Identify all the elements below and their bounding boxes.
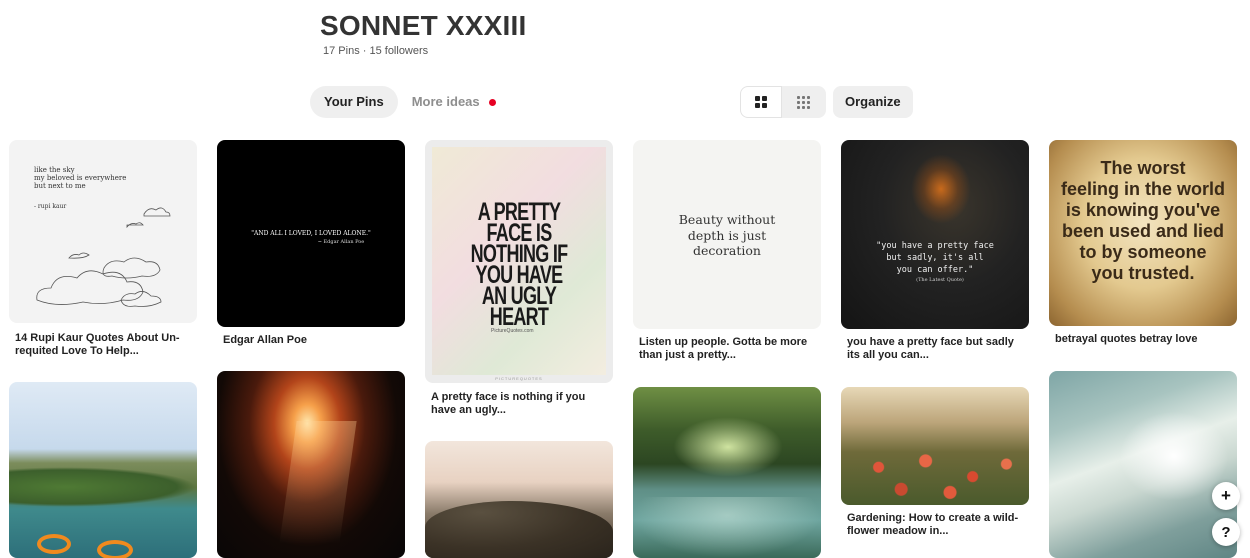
quote-line: decoration (693, 243, 761, 258)
quote-line: but sadly, it's all (886, 253, 984, 263)
tab-more-ideas-label: More ideas (411, 94, 480, 109)
pin-caption: Edgar Allan Poe (223, 334, 307, 346)
notification-dot-icon (488, 98, 496, 106)
board-title: SONNET XXXIII (320, 10, 527, 41)
quote-watermark: PictureQuotes.com (491, 328, 534, 334)
pin-image (9, 382, 197, 558)
image-footer: PICTUREQUOTES (495, 376, 543, 381)
pin-image (217, 371, 405, 558)
pin-caption: A pretty face is nothing if you have an … (431, 391, 586, 416)
small-grid-icon (796, 95, 810, 109)
help-button[interactable]: ? (1212, 518, 1240, 546)
quote-author: ~ Edgar Allan Poe (317, 239, 365, 245)
tab-more-ideas[interactable]: More ideas (398, 86, 510, 118)
clouds-sketch-icon (36, 207, 171, 307)
board-meta: 17 Pins · 15 followers (323, 45, 429, 57)
default-grid-view-button[interactable] (740, 86, 782, 118)
pin-caption: you have a pretty face but sadly its all… (847, 336, 1014, 361)
quote-line: you trusted. (1091, 263, 1195, 283)
large-grid-icon (755, 96, 767, 108)
quote-line: "you have a pretty face (876, 241, 994, 251)
pin-image: "you have a pretty face but sadly, it's … (841, 140, 1029, 329)
pin-image: like the sky my beloved is everywhere bu… (9, 140, 197, 323)
pin-caption: Gardening: How to create a wild-flower m… (847, 512, 1019, 537)
quote-line: Beauty without (678, 212, 776, 227)
pin-image: Beauty without depth is just decoration (633, 140, 821, 329)
compact-grid-view-button[interactable] (782, 86, 824, 118)
view-toggle (740, 86, 826, 118)
pin-image (425, 441, 613, 558)
quote-text: "AND ALL I LOVED, I LOVED ALONE." (251, 230, 371, 237)
pin-caption: Listen up people. Gotta be more than jus… (639, 336, 808, 361)
organize-button[interactable]: Organize (833, 86, 913, 118)
quote-line: been used and lied (1061, 221, 1225, 241)
tab-your-pins[interactable]: Your Pins (310, 86, 398, 118)
pin-image: The worst feeling in the world is knowin… (1049, 140, 1237, 326)
board-tabs: Your Pins More ideas (310, 86, 510, 118)
pin-image (1049, 371, 1237, 558)
quote-line: The worst (1100, 158, 1186, 178)
pin-image (633, 387, 821, 558)
pin-image: A PRETTY FACE IS NOTHING IF YOU HAVE AN … (425, 140, 613, 383)
quote-line: you can offer." (896, 265, 974, 275)
quote-line: is knowing you've (1065, 200, 1221, 220)
quote-line: depth is just (687, 228, 767, 243)
quote-line: to by someone (1079, 242, 1207, 262)
pin-image (841, 387, 1029, 505)
pin-caption: betrayal quotes betray love (1055, 333, 1198, 345)
pin-caption: 14 Rupi Kaur Quotes About Un-requited Lo… (15, 332, 180, 357)
pin-image: "AND ALL I LOVED, I LOVED ALONE." ~ Edga… (217, 140, 405, 327)
add-button[interactable]: + (1212, 482, 1240, 510)
quote-author: (The Latest Quote) (916, 277, 964, 283)
quote-line: feeling in the world (1060, 179, 1225, 199)
